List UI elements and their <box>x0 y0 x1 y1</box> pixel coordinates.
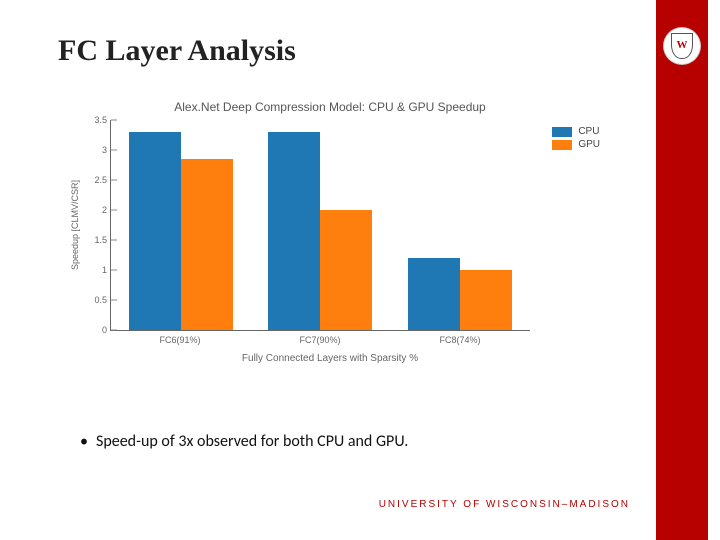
chart-bar <box>129 132 181 330</box>
chart-plot-area: 00.511.522.533.5 <box>110 120 530 331</box>
chart-ytick: 1.5 <box>81 235 107 245</box>
chart-ytick: 2.5 <box>81 175 107 185</box>
chart-legend-item: GPU <box>552 139 600 150</box>
bullet-text: •Speed-up of 3x observed for both CPU an… <box>80 432 408 451</box>
chart-ytick: 3.5 <box>81 115 107 125</box>
chart-bar <box>181 159 233 330</box>
chart-bar-group <box>121 132 241 330</box>
legend-swatch-icon <box>552 127 572 137</box>
chart-bar-group <box>260 132 380 330</box>
legend-swatch-icon <box>552 140 572 150</box>
chart-bar <box>320 210 372 330</box>
chart-legend: CPU GPU <box>552 126 600 152</box>
brand-stripe <box>656 0 708 540</box>
chart-bars <box>111 120 530 330</box>
legend-label: GPU <box>578 139 600 150</box>
page-title: FC Layer Analysis <box>58 34 296 68</box>
footer-branding: UNIVERSITY OF WISCONSIN–MADISON <box>379 499 630 510</box>
chart-legend-item: CPU <box>552 126 600 137</box>
chart-xlabel: Fully Connected Layers with Sparsity % <box>60 353 600 364</box>
crest-shield-icon: W <box>671 33 693 59</box>
chart-ytick: 1 <box>81 265 107 275</box>
chart-bar <box>408 258 460 330</box>
chart-title: Alex.Net Deep Compression Model: CPU & G… <box>60 100 600 114</box>
bullet-label: Speed-up of 3x observed for both CPU and… <box>96 432 408 451</box>
legend-label: CPU <box>578 126 599 137</box>
chart-ylabel: Speedup [CLMV/CSR] <box>70 150 80 300</box>
chart-xtick: FC8(74%) <box>400 335 520 345</box>
chart-ytick: 0.5 <box>81 295 107 305</box>
chart-xtick: FC7(90%) <box>260 335 380 345</box>
chart-bar <box>460 270 512 330</box>
bullet-icon: • <box>80 432 96 451</box>
chart-xlabels: FC6(91%) FC7(90%) FC8(74%) <box>110 335 530 345</box>
chart-ytick: 0 <box>81 325 107 335</box>
chart: Alex.Net Deep Compression Model: CPU & G… <box>60 100 600 380</box>
chart-bar-group <box>400 258 520 330</box>
crest-badge: W <box>664 28 700 64</box>
chart-bar <box>268 132 320 330</box>
chart-xtick: FC6(91%) <box>120 335 240 345</box>
chart-ytick: 3 <box>81 145 107 155</box>
chart-ytick: 2 <box>81 205 107 215</box>
